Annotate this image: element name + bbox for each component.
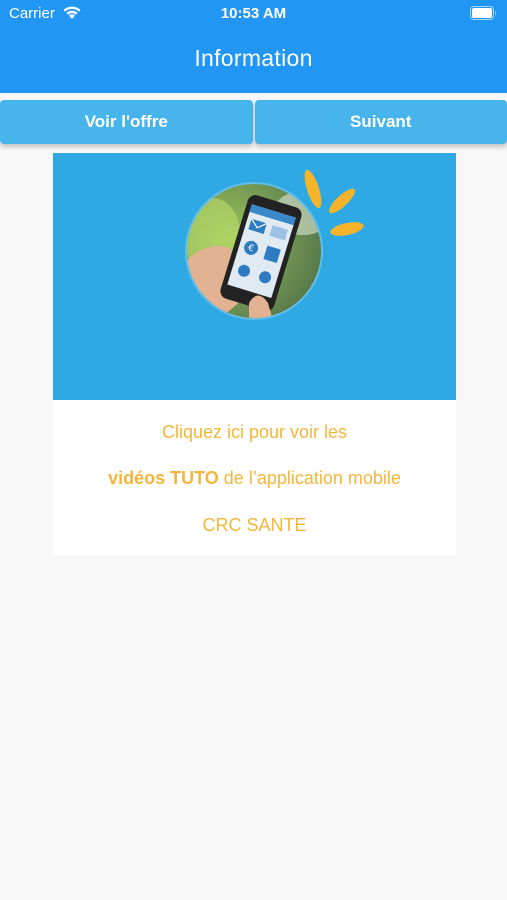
app-header: Carrier 10:53 AM Information [0, 0, 507, 93]
status-time: 10:53 AM [220, 5, 287, 22]
phone-illustration: € [185, 169, 364, 320]
promo-line-2: vidéos TUTO de l’application mobile [53, 468, 456, 489]
promo-highlight: vidéos TUTO [108, 468, 219, 488]
promo-line-1: Cliquez ici pour voir les [161, 422, 348, 442]
action-button-row: Voir l'offre Suivant [0, 100, 507, 146]
view-offer-button[interactable]: Voir l'offre [0, 100, 253, 144]
battery-icon [470, 6, 496, 20]
promo-line-2-rest: de l’application mobile [218, 468, 401, 488]
tutorial-banner[interactable]: € [53, 153, 456, 400]
promo-line-3: CRC SANTE [202, 515, 307, 535]
status-bar: Carrier 10:53 AM [0, 0, 507, 28]
page-title: Information [194, 45, 313, 71]
tutorial-card[interactable]: € Cliquez ici pour voir les vidéos TUTO … [53, 153, 456, 555]
next-button[interactable]: Suivant [254, 100, 507, 144]
